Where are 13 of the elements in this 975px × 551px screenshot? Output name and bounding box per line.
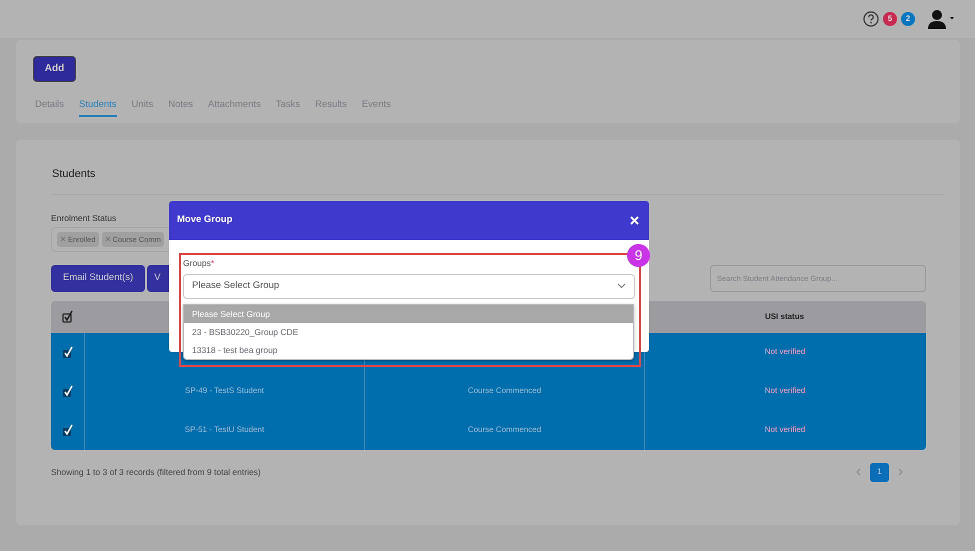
field-label: Groups* [183, 257, 216, 270]
table-cell: Not verified [764, 346, 806, 358]
section-title: Students [51, 140, 946, 195]
dialog-title: Move Group [177, 213, 232, 228]
table-cell: SP-51 - TestU Student [184, 424, 264, 436]
records-info: Showing 1 to 3 of 3 records (filtered from 9 total entries) [51, 466, 261, 479]
column-header: USI status [764, 310, 806, 323]
table-cell: Course Commenced [468, 385, 542, 398]
table-cell: Not verified [764, 424, 806, 436]
table-cell: SP-49 - TestS Student [184, 385, 264, 398]
table-cell: Not verified [764, 385, 806, 398]
table-cell: Course Commenced [468, 424, 542, 436]
field-label: Enrolment Status [51, 212, 116, 225]
